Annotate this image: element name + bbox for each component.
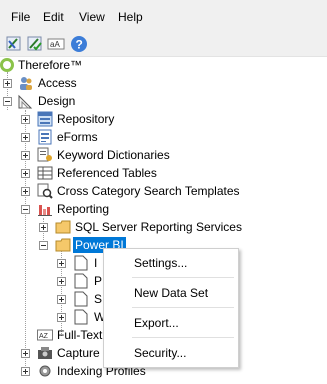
menu-separator [132,277,234,278]
root-label: Therefore™ [18,58,83,72]
expand-icon[interactable] [57,295,66,304]
menu-view[interactable]: View [79,10,105,24]
table-icon [37,166,53,180]
tree-node-powerbi-child[interactable]: P [0,272,103,290]
tree-node-keyword-dictionaries[interactable]: Keyword Dictionaries [0,146,327,164]
keyword-dictionary-icon [37,147,52,162]
tree-node-root[interactable]: Therefore™ [0,56,327,74]
eform-icon [38,129,52,145]
tree-node-powerbi-child[interactable]: W [0,308,105,326]
expand-icon[interactable] [57,259,66,268]
expand-icon[interactable] [21,169,30,178]
toolbar: aA ? [0,32,327,57]
therefore-logo-icon [0,58,14,72]
folder-icon [55,220,71,234]
cross-category-label: Cross Category Search Templates [57,184,240,198]
design-label: Design [38,94,76,108]
child-label: P [94,274,103,288]
ssrs-label: SQL Server Reporting Services [75,220,242,234]
expand-icon[interactable] [57,313,66,322]
users-icon [20,77,32,90]
menu-separator [132,337,234,338]
tree-node-access[interactable]: Access [0,74,327,92]
referenced-tables-label: Referenced Tables [57,166,157,180]
expand-icon[interactable] [3,79,12,88]
expand-icon[interactable] [21,151,30,160]
child-label: S [94,292,103,306]
tree-node-cross-category-search[interactable]: Cross Category Search Templates [0,182,327,200]
keyword-dictionaries-label: Keyword Dictionaries [57,148,170,162]
document-icon [74,309,88,325]
designer-check-icon[interactable] [26,35,44,53]
tree-node-referenced-tables[interactable]: Referenced Tables [0,164,327,182]
capture-icon [38,347,52,359]
capture-label: Capture [57,346,100,360]
rename-icon[interactable]: aA [47,35,65,53]
collapse-icon[interactable] [21,205,30,214]
expand-icon[interactable] [57,277,66,286]
design-ruler-icon [18,94,33,109]
reporting-label: Reporting [57,202,110,216]
menu-separator [132,307,234,308]
expand-icon[interactable] [21,115,30,124]
context-menu: Settings... New Data Set Export... Secur… [103,248,239,368]
expand-icon[interactable] [21,187,30,196]
expand-icon[interactable] [21,133,30,142]
expand-icon[interactable] [21,367,30,376]
fulltext-az-icon: AZ [37,329,53,341]
expand-icon[interactable] [21,349,30,358]
tree-node-repository[interactable]: Repository [0,110,327,128]
repository-icon [37,111,53,127]
rename-icon-text: aA [50,40,60,49]
tree-node-ssrs[interactable]: SQL Server Reporting Services [0,218,327,236]
expand-icon[interactable] [39,223,48,232]
search-template-icon [37,183,53,199]
menu-item-security[interactable]: Security... [134,346,186,360]
menu-item-new-data-set[interactable]: New Data Set [134,286,208,300]
menu-item-settings[interactable]: Settings... [134,256,187,270]
menu-edit[interactable]: Edit [43,10,64,24]
menu-help[interactable]: Help [118,10,143,24]
document-icon [74,273,88,289]
access-label: Access [38,76,77,90]
designer-icon[interactable] [5,35,23,53]
fulltext-label: Full-Text [57,328,103,342]
tree-node-powerbi-child[interactable]: S [0,290,103,308]
repository-label: Repository [57,112,115,126]
child-label: I [94,256,98,270]
document-icon [74,291,88,307]
folder-open-icon [55,238,71,252]
document-icon [74,255,88,271]
eforms-label: eForms [57,130,98,144]
gear-icon [39,365,51,377]
fulltext-az-text: AZ [39,333,49,340]
collapse-icon[interactable] [39,241,48,250]
tree-node-reporting[interactable]: Reporting [0,200,327,218]
collapse-icon[interactable] [3,97,12,106]
svg-text:?: ? [76,38,83,52]
tree-node-powerbi-child[interactable]: I [0,254,100,272]
tree-node-eforms[interactable]: eForms [0,128,327,146]
menu-file[interactable]: File [11,10,30,24]
menu-item-export[interactable]: Export... [134,316,179,330]
tree-node-design[interactable]: Design [0,92,327,110]
reporting-chart-icon [38,205,52,216]
help-icon[interactable]: ? [70,35,88,53]
menu-bar: File Edit View Help [0,0,327,32]
